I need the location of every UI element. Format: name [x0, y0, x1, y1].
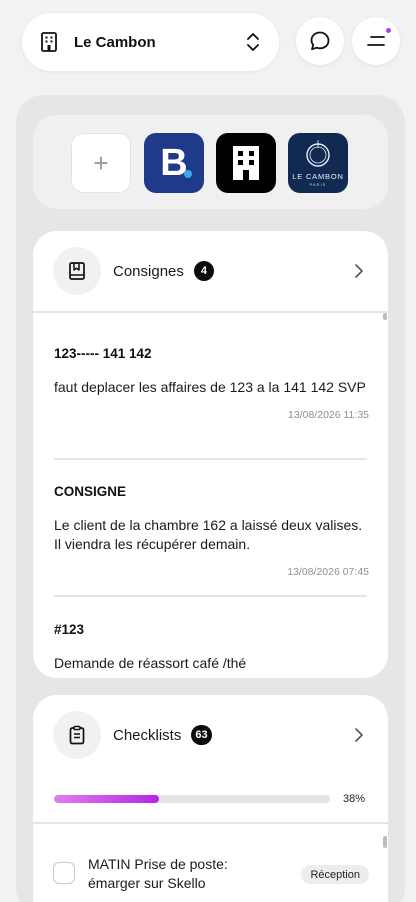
chat-button[interactable]: [296, 17, 344, 65]
consigne-separator: [54, 458, 367, 460]
consigne-title: CONSIGNE: [54, 484, 127, 499]
menu-button[interactable]: [352, 17, 400, 65]
consigne-timestamp: 13/08/2026 11:35: [288, 409, 369, 421]
building-icon: [41, 32, 57, 52]
menu-icon: [367, 36, 385, 46]
booking-logo-dot: [184, 170, 192, 178]
consigne-title: 123----- 141 142: [54, 346, 152, 361]
task-tag: Réception: [301, 865, 369, 884]
progress-percent: 38%: [343, 793, 366, 805]
consigne-item[interactable]: #123 Demande de réassort café /thé: [54, 622, 369, 673]
consigne-item[interactable]: CONSIGNE Le client de la chambre 162 a l…: [54, 484, 369, 578]
chevron-right-icon[interactable]: [354, 263, 364, 279]
chevron-up-down-icon: [247, 33, 259, 51]
channel-bar: + B LE CAMBON PARIS: [33, 115, 388, 209]
progress-fill: [54, 795, 159, 803]
consignes-scrollbar[interactable]: [383, 313, 387, 320]
task-checkbox[interactable]: [53, 862, 75, 884]
checklists-scrollbar[interactable]: [383, 836, 387, 848]
chat-bubble-icon: [310, 31, 330, 51]
consigne-item[interactable]: 123----- 141 142 faut deplacer les affai…: [54, 346, 369, 421]
consignes-title: Consignes: [113, 262, 184, 280]
app-screen: Le Cambon + B LE CAMBON PARIS Consignes …: [0, 0, 416, 902]
consigne-body: Demande de réassort café /thé: [54, 655, 247, 671]
hotel-name: Le Cambon: [74, 33, 156, 51]
notification-dot: [386, 28, 391, 33]
checklists-card: Checklists 63 38% MATIN Prise de poste: …: [33, 695, 388, 902]
booking-channel[interactable]: B: [144, 133, 204, 193]
task-label: MATIN Prise de poste: émarger sur Skello: [88, 856, 228, 891]
hotel-building-logo: [233, 146, 259, 180]
add-channel-button[interactable]: +: [71, 133, 131, 193]
hotel-channel[interactable]: [216, 133, 276, 193]
checklists-header[interactable]: Checklists 63: [33, 695, 388, 775]
checklists-count-badge: 63: [191, 725, 212, 745]
checklists-title: Checklists: [113, 726, 182, 744]
booking-logo: B: [160, 141, 188, 184]
consigne-timestamp: 13/08/2026 07:45: [287, 566, 369, 578]
le-cambon-channel[interactable]: LE CAMBON PARIS: [288, 133, 348, 193]
consigne-body: faut deplacer les affaires de 123 a la 1…: [54, 379, 366, 395]
cambon-brand-text: LE CAMBON: [292, 171, 344, 181]
chevron-right-icon[interactable]: [354, 727, 364, 743]
checklists-icon-wrap: [53, 711, 101, 759]
consignes-card: Consignes 4 123----- 141 142 faut deplac…: [33, 231, 388, 678]
progress-track: [54, 795, 330, 803]
consigne-title: #123: [54, 622, 85, 637]
consignes-icon-wrap: [53, 247, 101, 295]
checklist-task[interactable]: MATIN Prise de poste: émarger sur Skello…: [53, 855, 369, 895]
cambon-city-text: PARIS: [309, 181, 327, 187]
checklist-progress: 38%: [54, 793, 369, 805]
plus-icon: +: [93, 147, 109, 178]
checklists-divider: [33, 822, 388, 824]
hotel-selector[interactable]: Le Cambon: [22, 13, 279, 71]
le-cambon-logo: [306, 139, 330, 167]
consigne-separator: [54, 595, 367, 597]
consignes-divider: [33, 311, 388, 313]
bookmark-book-icon: [69, 262, 85, 280]
clipboard-icon: [69, 725, 85, 745]
consigne-body: Le client de la chambre 162 a laissé deu…: [54, 517, 363, 552]
consignes-count-badge: 4: [193, 261, 214, 281]
consignes-header[interactable]: Consignes 4: [33, 231, 388, 311]
